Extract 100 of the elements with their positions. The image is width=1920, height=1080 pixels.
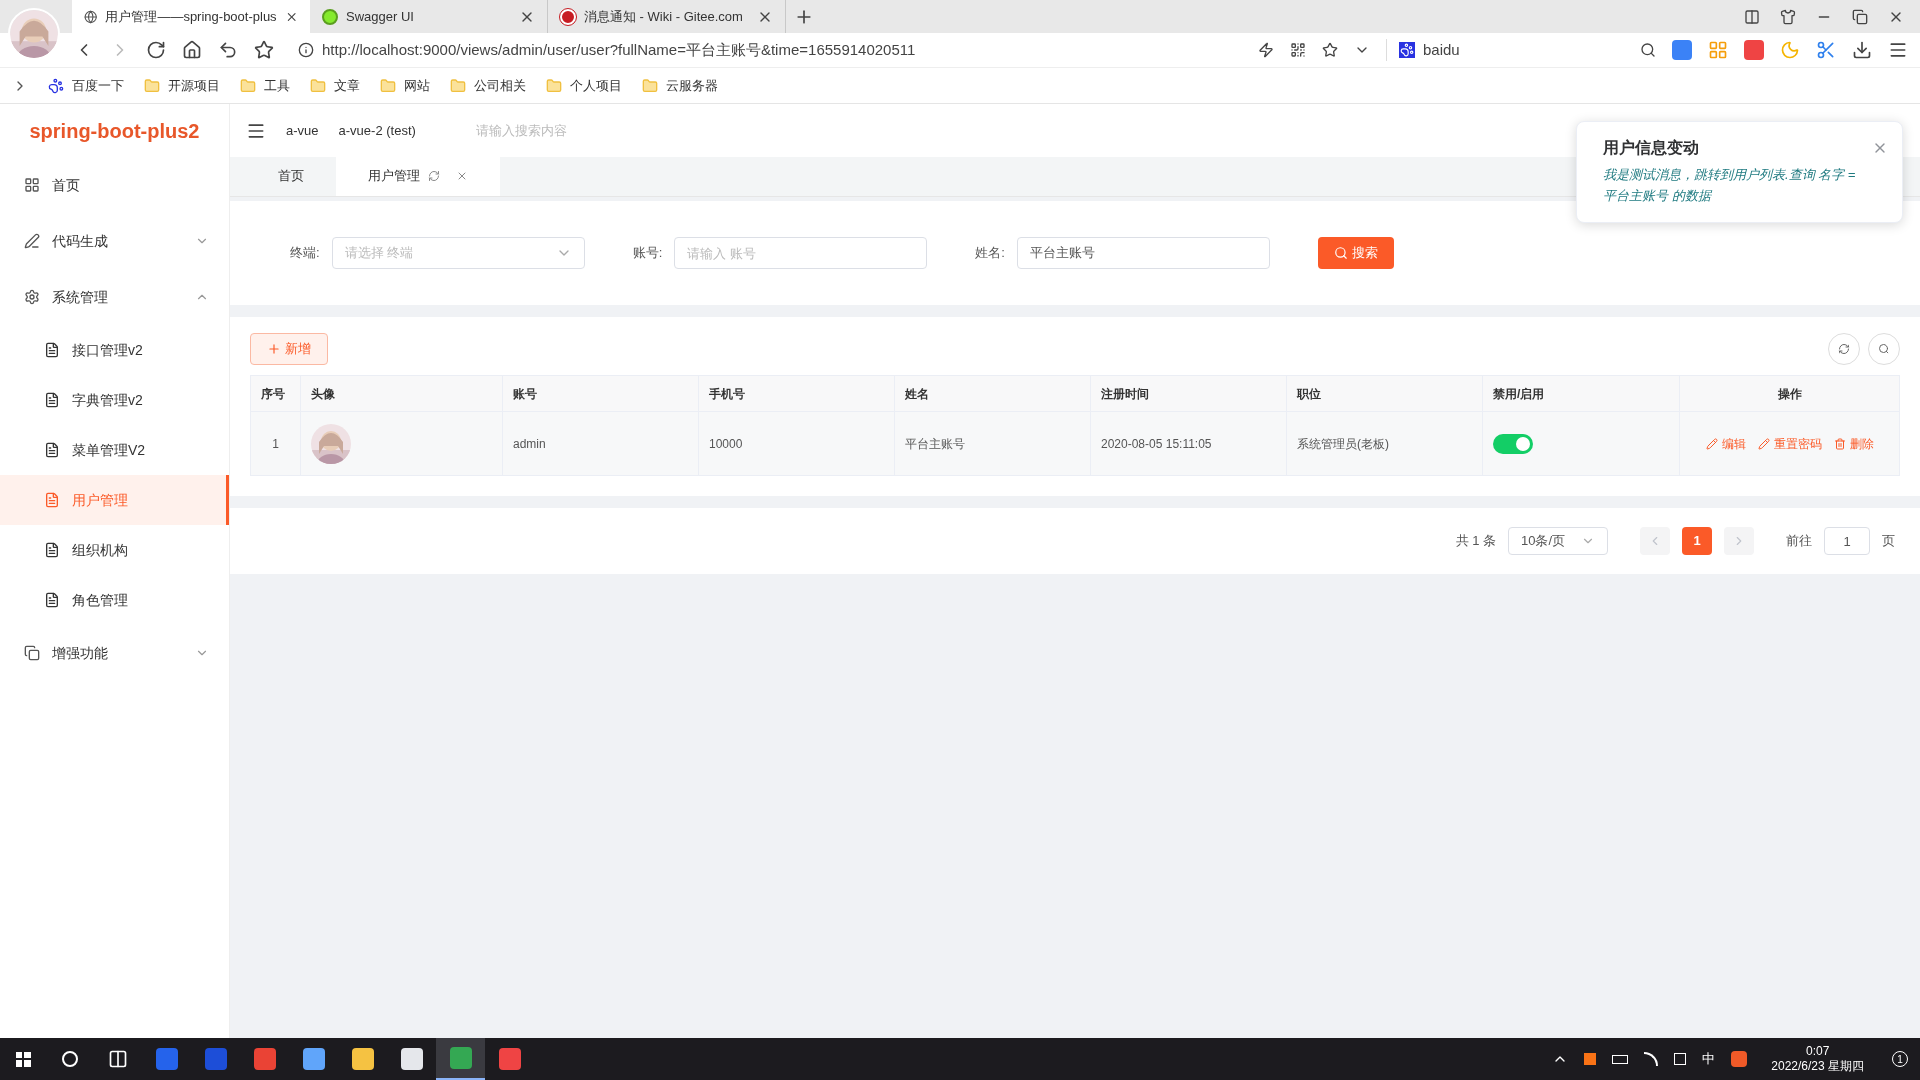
- app-logo: spring-boot-plus2: [29, 118, 200, 144]
- sidebar-subitem[interactable]: 菜单管理V2: [0, 425, 229, 475]
- pencil-icon: [1705, 437, 1718, 450]
- breadcrumb[interactable]: a-vue-2 (test): [338, 120, 416, 141]
- app-icon[interactable]: [351, 1048, 374, 1070]
- sidebar-item[interactable]: 增强功能: [0, 625, 229, 681]
- document-icon: [44, 542, 60, 558]
- menu-icon[interactable]: [1888, 40, 1908, 60]
- table-cell: admin: [502, 411, 699, 476]
- trash-icon: [1833, 437, 1846, 450]
- sidebar-subitem[interactable]: 角色管理: [0, 575, 229, 625]
- filter-label: 账号:: [632, 244, 663, 263]
- url-field[interactable]: http://localhost:9000/views/admin/user/user?fullName=平台主账号&time=1655914020511: [322, 38, 916, 62]
- goto-label: 前往: [1786, 532, 1812, 551]
- qr-icon[interactable]: [1290, 42, 1306, 58]
- bookmark[interactable]: 百度一下: [48, 75, 124, 96]
- search-icon: [1333, 246, 1348, 260]
- table-cell: 10000: [698, 411, 895, 476]
- sidebar-item[interactable]: 系统管理: [0, 269, 229, 325]
- column-header: 操作: [1679, 375, 1900, 412]
- toggle-switch[interactable]: [1493, 433, 1533, 454]
- filter-label: 终端:: [290, 244, 320, 263]
- bookmark[interactable]: 网站: [380, 75, 430, 96]
- page-unit: 页: [1882, 532, 1895, 551]
- clock-date[interactable]: 2022/6/23 星期四: [1771, 1059, 1864, 1074]
- info-icon: [298, 42, 314, 58]
- document-icon: [44, 592, 60, 608]
- sidebar-subitem[interactable]: 字典管理v2: [0, 375, 229, 425]
- folder-icon: [240, 77, 256, 94]
- star-icon[interactable]: [1322, 42, 1338, 58]
- app-icon[interactable]: [400, 1048, 423, 1070]
- column-header: 序号: [250, 375, 301, 412]
- reload-icon[interactable]: [146, 40, 166, 60]
- column-header: 职位: [1286, 375, 1483, 412]
- globe-icon: [84, 8, 98, 25]
- bookmark[interactable]: 开源项目: [144, 75, 220, 96]
- sidebar-item[interactable]: 首页: [0, 157, 229, 213]
- filter-label: 姓名:: [975, 244, 1005, 263]
- page-tab[interactable]: 首页: [246, 156, 336, 196]
- breadcrumb[interactable]: a-vue: [286, 120, 319, 141]
- page-tab[interactable]: 用户管理: [336, 156, 500, 196]
- document-icon: [44, 392, 60, 408]
- paw-icon: [1399, 42, 1415, 58]
- column-header: 头像: [300, 375, 503, 412]
- folder-icon: [450, 77, 466, 94]
- battery-icon[interactable]: [1612, 1054, 1629, 1064]
- tab-title: Swagger UI: [346, 7, 415, 26]
- clock-time[interactable]: 0:07: [1805, 1044, 1830, 1059]
- ime-indicator[interactable]: 中: [1702, 1049, 1716, 1069]
- input-field[interactable]: 平台主账号: [1016, 237, 1270, 269]
- close-icon[interactable]: [456, 170, 468, 182]
- notification-title: 用户信息变动: [1603, 138, 1700, 158]
- bookmark[interactable]: 文章: [310, 75, 360, 96]
- tab-title: 用户管理——spring-boot-plus: [105, 7, 277, 26]
- star-icon[interactable]: [254, 40, 274, 60]
- pen-icon: [24, 233, 40, 249]
- column-header: 姓名: [894, 375, 1091, 412]
- copy-icon: [24, 645, 40, 661]
- page-input[interactable]: 1: [1824, 527, 1870, 555]
- page-size-select[interactable]: 10条/页: [1508, 527, 1608, 555]
- column-header: 注册时间: [1090, 375, 1287, 412]
- folder-icon: [642, 77, 658, 94]
- folder-icon: [310, 77, 326, 94]
- folder-icon: [546, 77, 562, 94]
- total-count: 共 1 条: [1455, 532, 1496, 551]
- shirt-icon[interactable]: [1780, 9, 1796, 25]
- column-header: 账号: [502, 375, 699, 412]
- notification-message: 我是测试消息，跳转到用户列表.查询 名字 = 平台主账号 的数据: [1603, 166, 1857, 205]
- table-cell: 平台主账号: [894, 411, 1091, 476]
- home-icon[interactable]: [182, 40, 202, 60]
- search-engine-field[interactable]: baidu: [1423, 38, 1632, 62]
- table-cell: 系统管理员(老板): [1286, 411, 1483, 476]
- column-header: 禁用/启用: [1482, 375, 1680, 412]
- windows-icon[interactable]: [15, 1051, 31, 1067]
- pencil-icon: [1757, 437, 1770, 450]
- column-header: 手机号: [698, 375, 895, 412]
- paw-icon: [48, 77, 64, 94]
- sidebar-subitem[interactable]: 接口管理v2: [0, 325, 229, 375]
- bookmark[interactable]: 个人项目: [546, 75, 622, 96]
- search-icon[interactable]: [1640, 42, 1656, 58]
- grid-icon: [24, 177, 40, 193]
- input-field[interactable]: 请输入 账号: [674, 237, 928, 269]
- panel-icon[interactable]: [1744, 9, 1760, 25]
- app-icon[interactable]: [302, 1048, 325, 1070]
- bookmark[interactable]: 工具: [240, 75, 290, 96]
- table-cell: 1: [250, 411, 301, 476]
- refresh-icon[interactable]: [428, 170, 440, 182]
- restore-icon[interactable]: [1852, 9, 1868, 25]
- scissors-icon[interactable]: [1816, 40, 1836, 60]
- task-view-icon[interactable]: [108, 1049, 128, 1069]
- download-icon[interactable]: [1852, 40, 1872, 60]
- lightning-icon[interactable]: [1258, 42, 1274, 58]
- undo-icon[interactable]: [218, 40, 238, 60]
- sidebar-item[interactable]: 代码生成: [0, 213, 229, 269]
- bookmark[interactable]: 云服务器: [642, 75, 718, 96]
- bookmark[interactable]: 公司相关: [450, 75, 526, 96]
- folder-icon: [380, 77, 396, 94]
- sidebar-subitem[interactable]: 组织机构: [0, 525, 229, 575]
- settings-icon: [24, 289, 40, 305]
- browser-tab[interactable]: 用户管理——spring-boot-plus: [72, 0, 310, 33]
